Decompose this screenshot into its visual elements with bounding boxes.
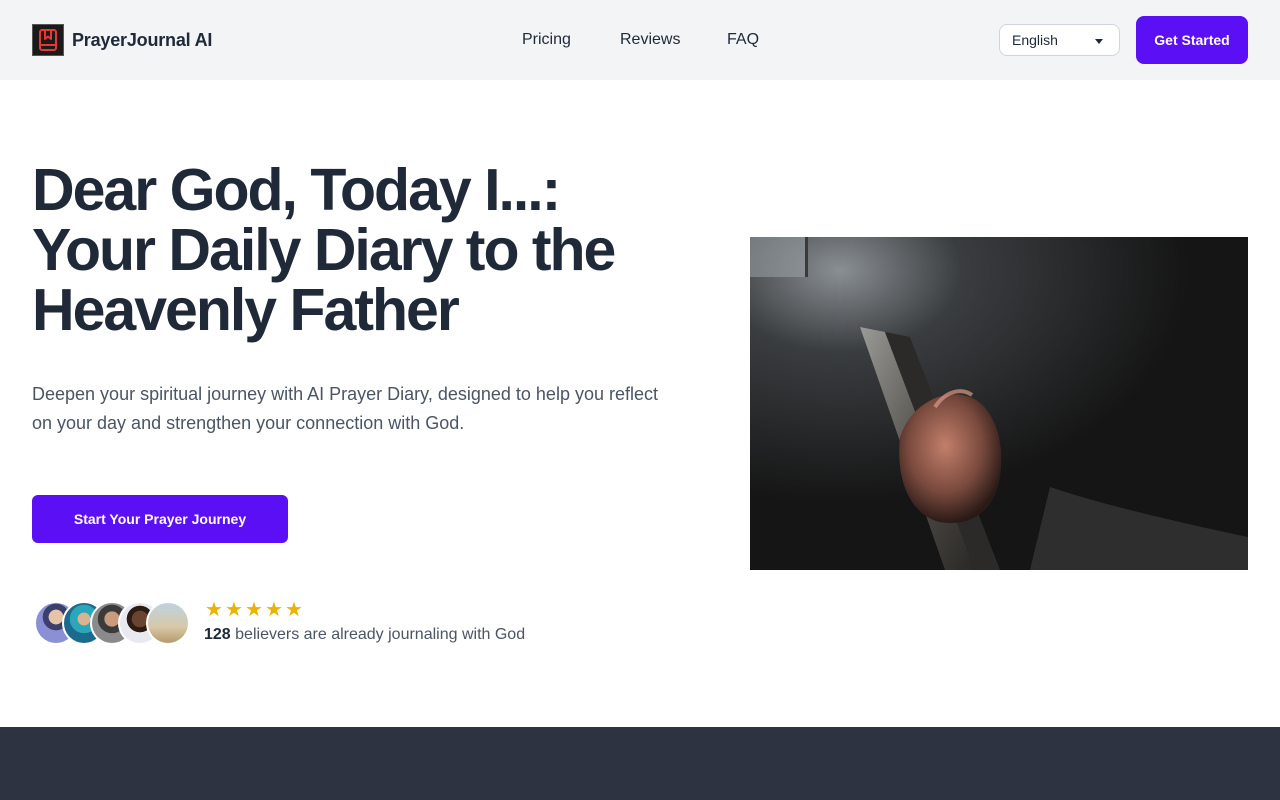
star-icon: ★: [205, 599, 223, 621]
nav-link-reviews[interactable]: Reviews: [620, 28, 680, 52]
avatar-group: [34, 601, 194, 645]
star-icon: ★: [265, 599, 283, 621]
avatar: [146, 601, 190, 645]
brand-name: PrayerJournal AI: [72, 29, 213, 50]
nav-link-pricing[interactable]: Pricing: [522, 28, 571, 52]
logo-link[interactable]: PrayerJournal AI: [32, 24, 212, 56]
social-proof-text: 128 believers are already journaling wit…: [204, 624, 525, 646]
believers-text: believers are already journaling with Go…: [235, 626, 526, 643]
site-header: PrayerJournal AI Pricing Reviews FAQ Eng…: [0, 0, 1280, 80]
hero-title-line-3: Heavenly Father: [32, 277, 460, 343]
nav-link-faq[interactable]: FAQ: [727, 28, 759, 52]
language-select[interactable]: English: [999, 24, 1120, 56]
next-section: [0, 727, 1280, 800]
start-journey-button[interactable]: Start Your Prayer Journey: [32, 495, 288, 543]
rating-stars: ★ ★ ★ ★ ★: [204, 598, 304, 622]
praying-hands-image: [750, 237, 1248, 570]
hero-title-line-1: Dear God, Today I...:: [32, 157, 561, 223]
star-icon: ★: [245, 599, 263, 621]
star-icon: ★: [225, 599, 243, 621]
hero-subtitle: Deepen your spiritual journey with AI Pr…: [32, 384, 658, 433]
hero-title-line-2: Your Daily Diary to the: [32, 217, 616, 283]
language-select-value: English: [1012, 32, 1058, 48]
star-icon: ★: [285, 599, 303, 621]
get-started-button[interactable]: Get Started: [1136, 16, 1248, 64]
hero-title: Dear God, Today I...: Your Daily Diary t…: [32, 160, 712, 340]
caret-down-icon: [1095, 39, 1103, 44]
believers-count: 128: [204, 626, 231, 643]
journal-bookmark-icon: [32, 24, 64, 56]
